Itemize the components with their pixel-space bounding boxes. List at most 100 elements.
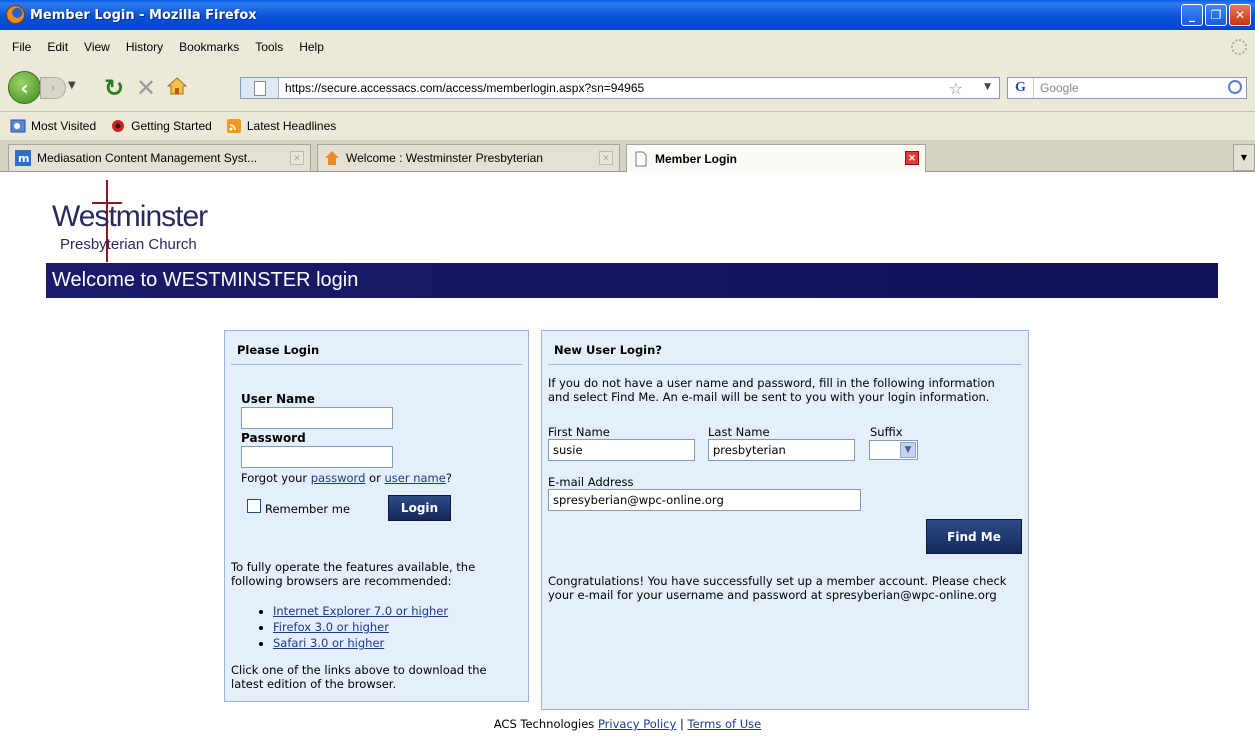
svg-text:m: m — [18, 152, 29, 165]
email-input[interactable]: spresyberian@wpc-online.org — [548, 489, 861, 511]
suffix-label: Suffix — [870, 425, 903, 439]
tab-close-icon[interactable]: ✕ — [290, 151, 304, 165]
menu-help[interactable]: Help — [291, 40, 332, 54]
bookmarks-toolbar: Most Visited Getting Started Latest Head… — [0, 112, 1255, 140]
list-item: Safari 3.0 or higher — [273, 635, 448, 651]
bookmark-label: Most Visited — [31, 119, 97, 133]
logo-title: Westminster — [52, 200, 208, 233]
tab-close-icon[interactable]: ✕ — [905, 151, 919, 165]
site-identity-button[interactable] — [241, 78, 279, 98]
chevron-down-icon[interactable]: ▼ — [900, 442, 916, 458]
minimize-button[interactable]: _ — [1181, 4, 1203, 26]
username-input[interactable] — [241, 407, 393, 429]
page-content: Westminster Presbyterian Church Welcome … — [0, 172, 1255, 736]
window-titlebar: Member Login - Mozilla Firefox _ ❐ ✕ — [0, 0, 1255, 30]
menu-tools[interactable]: Tools — [247, 40, 291, 54]
home-favicon-icon — [325, 151, 339, 165]
firefox-download-link[interactable]: Firefox 3.0 or higher — [273, 620, 389, 634]
first-name-input[interactable]: susie — [548, 439, 695, 461]
menu-file[interactable]: File — [4, 40, 39, 54]
safari-download-link[interactable]: Safari 3.0 or higher — [273, 636, 384, 650]
url-text[interactable]: https://secure.accessacs.com/access/memb… — [279, 81, 644, 95]
tab-label: Welcome : Westminster Presbyterian — [346, 151, 543, 165]
last-name-input[interactable]: presbyterian — [708, 439, 855, 461]
window-title: Member Login - Mozilla Firefox — [30, 7, 257, 23]
remember-me-label: Remember me — [265, 502, 351, 516]
logo-subtitle: Presbyterian Church — [60, 236, 197, 253]
tab-label: Mediasation Content Management Syst... — [37, 151, 258, 165]
forgot-or: or — [365, 471, 385, 485]
navigation-toolbar: ‹ › ▼ ↻ ✕ https://secure.accessacs.com/a… — [0, 64, 1255, 112]
password-label: Password — [241, 431, 306, 445]
bookmark-getting-started[interactable]: Getting Started — [110, 119, 212, 133]
history-dropdown-icon[interactable]: ▼ — [68, 80, 76, 91]
login-panel-title: Please Login — [231, 331, 522, 365]
back-button[interactable]: ‹ — [8, 71, 41, 104]
new-user-panel: New User Login? If you do not have a use… — [541, 330, 1029, 710]
find-me-button[interactable]: Find Me — [926, 519, 1022, 554]
mediasation-favicon-icon: m — [15, 150, 31, 166]
reload-icon[interactable]: ↻ — [104, 74, 124, 102]
download-note: Click one of the links above to download… — [231, 663, 487, 691]
menu-history[interactable]: History — [118, 40, 171, 54]
forgot-prefix: Forgot your — [241, 471, 311, 485]
search-bar[interactable]: G Google — [1007, 77, 1247, 99]
menu-view[interactable]: View — [76, 40, 118, 54]
most-visited-icon — [10, 119, 26, 133]
privacy-policy-link[interactable]: Privacy Policy — [598, 717, 676, 731]
bookmark-star-icon[interactable]: ☆ — [949, 79, 963, 98]
tab-label: Member Login — [655, 151, 738, 166]
username-label: User Name — [241, 392, 315, 406]
maximize-button[interactable]: ❐ — [1205, 4, 1227, 26]
first-name-label: First Name — [548, 425, 610, 439]
browser-list: Internet Explorer 7.0 or higher Firefox … — [273, 603, 448, 651]
church-logo: Westminster Presbyterian Church — [52, 180, 212, 262]
bookmark-most-visited[interactable]: Most Visited — [10, 119, 96, 133]
password-input[interactable] — [241, 446, 393, 468]
url-bar[interactable]: https://secure.accessacs.com/access/memb… — [240, 77, 1000, 99]
new-user-intro: If you do not have a user name and passw… — [548, 376, 995, 404]
menu-edit[interactable]: Edit — [39, 40, 76, 54]
list-item: Internet Explorer 7.0 or higher — [273, 603, 448, 619]
close-window-button[interactable]: ✕ — [1229, 4, 1251, 26]
home-icon[interactable] — [167, 77, 187, 95]
page-banner: Welcome to WESTMINSTER login — [46, 263, 1218, 298]
tab-member-login[interactable]: Member Login ✕ — [626, 144, 926, 172]
confirmation-message: Congratulations! You have successfully s… — [548, 574, 1007, 602]
new-user-panel-title: New User Login? — [548, 331, 1022, 365]
forward-button[interactable]: › — [40, 77, 66, 99]
menu-bar: File Edit View History Bookmarks Tools H… — [0, 30, 1255, 64]
search-icon[interactable] — [1228, 80, 1242, 94]
getting-started-icon — [112, 120, 125, 132]
search-placeholder[interactable]: Google — [1034, 81, 1079, 95]
footer-separator: | — [676, 717, 688, 731]
tab-mediasation[interactable]: m Mediasation Content Management Syst...… — [8, 144, 311, 171]
stop-icon[interactable]: ✕ — [136, 74, 156, 102]
menu-bookmarks[interactable]: Bookmarks — [171, 40, 247, 54]
google-engine-icon[interactable]: G — [1008, 78, 1034, 98]
tab-westminster-welcome[interactable]: Welcome : Westminster Presbyterian ✕ — [317, 144, 620, 171]
bookmark-label: Latest Headlines — [246, 119, 337, 133]
remember-me-checkbox[interactable] — [247, 499, 261, 513]
forgot-password-link[interactable]: password — [311, 471, 366, 485]
login-button[interactable]: Login — [388, 495, 451, 521]
bookmark-latest-headlines[interactable]: Latest Headlines — [226, 119, 336, 133]
forgot-username-link[interactable]: user name — [384, 471, 445, 485]
tab-list-dropdown-icon[interactable]: ▼ — [1233, 144, 1255, 171]
url-dropdown-icon[interactable]: ▼ — [984, 82, 991, 92]
ie-download-link[interactable]: Internet Explorer 7.0 or higher — [273, 604, 448, 618]
bookmark-label: Getting Started — [131, 119, 212, 133]
browser-recommendation: To fully operate the features available,… — [231, 560, 476, 588]
page-footer: ACS Technologies Privacy Policy | Terms … — [0, 717, 1255, 731]
terms-of-use-link[interactable]: Terms of Use — [688, 717, 762, 731]
suffix-select[interactable]: ▼ — [869, 440, 918, 460]
forgot-suffix: ? — [445, 471, 452, 485]
footer-company: ACS Technologies — [493, 717, 598, 731]
activity-throbber-icon — [1231, 39, 1247, 55]
tab-close-icon[interactable]: ✕ — [599, 151, 613, 165]
email-label: E-mail Address — [548, 475, 634, 489]
tab-bar: m Mediasation Content Management Syst...… — [0, 140, 1255, 172]
last-name-label: Last Name — [708, 425, 770, 439]
rss-feed-icon — [226, 119, 241, 133]
login-panel: Please Login User Name Password Forgot y… — [224, 330, 529, 702]
